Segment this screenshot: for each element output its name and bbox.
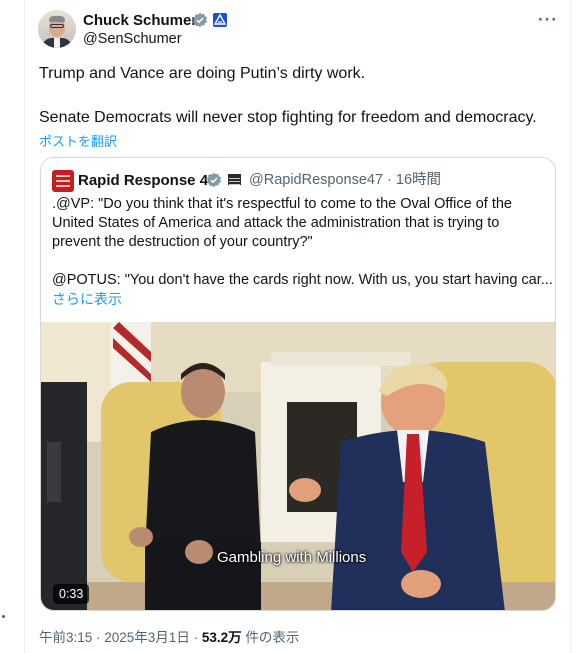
- timestamp[interactable]: 午前3:15 · 2025年3月1日 ·: [39, 630, 202, 645]
- video-duration-badge: 0:33: [53, 584, 90, 604]
- verified-badge-icon: [192, 12, 208, 28]
- tweet-header: Chuck Schumer @SenSchumer ···: [38, 8, 560, 48]
- timeline-border-right: [570, 0, 571, 653]
- affiliation-badge-icon: [228, 174, 241, 185]
- tweet-meta: 午前3:15 · 2025年3月1日 · 53.2万 件の表示: [39, 629, 299, 646]
- tweet-text-line-2: Senate Democrats will never stop fightin…: [39, 109, 537, 126]
- tweet-text-line-1: Trump and Vance are doing Putin’s dirty …: [39, 65, 366, 82]
- video-caption: Gambling with Millions: [217, 549, 367, 566]
- video-player[interactable]: Gambling with Millions 0:33: [41, 322, 555, 610]
- view-count: 53.2万: [201, 630, 242, 645]
- government-label-icon: [213, 13, 227, 27]
- more-options-icon[interactable]: ···: [538, 10, 558, 30]
- show-more-link[interactable]: さらに表示: [52, 289, 122, 309]
- quoted-text-line-4: @POTUS: "You don't have the cards right …: [52, 272, 553, 288]
- timeline-border-left: [24, 0, 25, 653]
- translate-post-link[interactable]: ポストを翻訳: [39, 131, 117, 150]
- quoted-text-line-1: .@VP: "Do you think that it's respectful…: [52, 196, 512, 212]
- side-dot: [2, 615, 5, 618]
- author-avatar[interactable]: [38, 10, 76, 48]
- view-label: 件の表示: [241, 630, 300, 645]
- verified-badge-icon: [206, 172, 222, 188]
- author-name[interactable]: Chuck Schumer: [83, 11, 197, 30]
- author-handle[interactable]: @SenSchumer: [83, 30, 182, 48]
- quoted-author-avatar[interactable]: [52, 170, 74, 192]
- quoted-tweet[interactable]: Rapid Response 47 @RapidResponse47 · 16時…: [40, 157, 556, 611]
- quoted-text-line-2: United States of America and attack the …: [52, 215, 500, 231]
- quoted-handle-time[interactable]: @RapidResponse47 · 16時間: [249, 171, 441, 190]
- quoted-author-name[interactable]: Rapid Response 47: [78, 171, 216, 190]
- quoted-text-line-3: prevent the destruction of your country?…: [52, 234, 313, 250]
